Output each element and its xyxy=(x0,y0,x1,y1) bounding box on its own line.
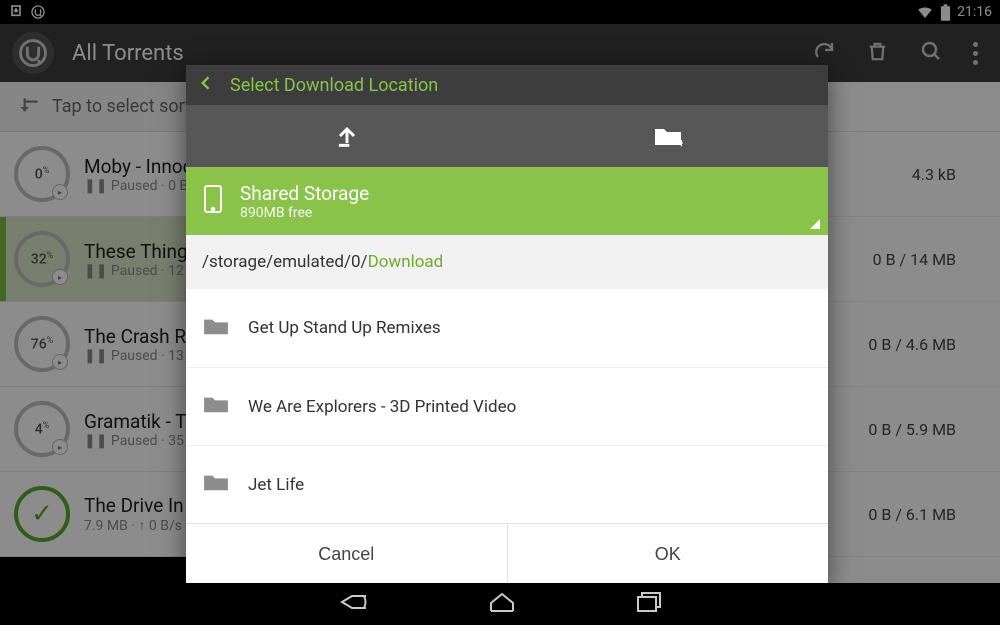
folder-item[interactable]: Jet Life xyxy=(186,445,828,523)
folder-icon xyxy=(202,471,230,498)
up-folder-button[interactable] xyxy=(186,105,507,167)
back-nav-icon[interactable] xyxy=(338,590,368,618)
home-nav-icon[interactable] xyxy=(488,591,516,617)
folder-name: Jet Life xyxy=(248,475,304,495)
svg-text:+: + xyxy=(678,136,683,148)
folder-item[interactable]: Get Up Stand Up Remixes xyxy=(186,289,828,367)
folder-item[interactable]: We Are Explorers - 3D Printed Video xyxy=(186,367,828,445)
path-leaf: Download xyxy=(368,252,444,272)
device-icon xyxy=(202,184,224,218)
dialog-title-bar: Select Download Location xyxy=(186,65,828,105)
folder-icon xyxy=(202,393,230,420)
back-icon[interactable] xyxy=(196,73,216,98)
android-nav-bar xyxy=(0,583,1000,625)
ok-button[interactable]: OK xyxy=(507,524,829,585)
storage-name: Shared Storage xyxy=(240,182,369,205)
folder-name: We Are Explorers - 3D Printed Video xyxy=(248,397,516,417)
folder-list: Get Up Stand Up Remixes We Are Explorers… xyxy=(186,289,828,523)
dialog-toolbar: + xyxy=(186,105,828,167)
dialog-title: Select Download Location xyxy=(230,75,438,96)
folder-name: Get Up Stand Up Remixes xyxy=(248,318,441,338)
dialog-buttons: Cancel OK xyxy=(186,523,828,585)
current-path: /storage/emulated/0/Download xyxy=(186,235,828,289)
dropdown-indicator-icon xyxy=(810,219,820,229)
new-folder-button[interactable]: + xyxy=(507,105,828,167)
path-prefix: /storage/emulated/0/ xyxy=(202,252,368,272)
folder-icon xyxy=(202,315,230,342)
download-location-dialog: Select Download Location + Shared Storag… xyxy=(186,65,828,585)
storage-free: 890MB free xyxy=(240,205,369,221)
cancel-button[interactable]: Cancel xyxy=(186,524,507,585)
storage-selector[interactable]: Shared Storage 890MB free xyxy=(186,167,828,235)
recents-nav-icon[interactable] xyxy=(636,591,662,617)
